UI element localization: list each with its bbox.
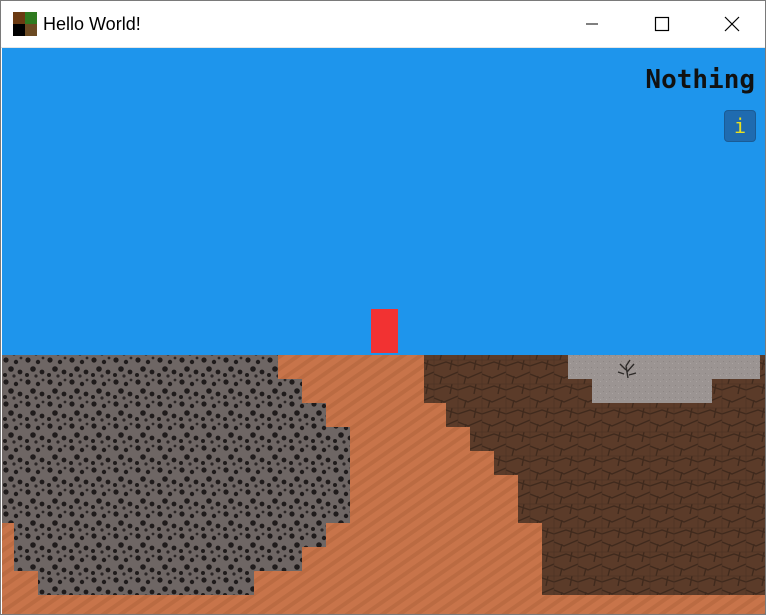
maximize-button[interactable] xyxy=(627,1,697,47)
app-window: Hello World! Nothing i xyxy=(0,0,766,615)
game-canvas[interactable]: Nothing i xyxy=(2,48,766,615)
gravel-deposit xyxy=(2,355,350,595)
game-world[interactable] xyxy=(2,48,766,615)
minimize-icon xyxy=(586,23,598,25)
maximize-icon xyxy=(654,16,670,32)
minimize-button[interactable] xyxy=(557,1,627,47)
held-item-label: Nothing xyxy=(645,65,755,95)
player-character xyxy=(371,309,398,353)
info-button[interactable]: i xyxy=(724,110,756,142)
close-icon xyxy=(724,16,740,32)
app-icon xyxy=(13,12,37,36)
window-title: Hello World! xyxy=(43,14,141,34)
title-bar[interactable]: Hello World! xyxy=(1,1,765,48)
close-button[interactable] xyxy=(697,1,765,47)
